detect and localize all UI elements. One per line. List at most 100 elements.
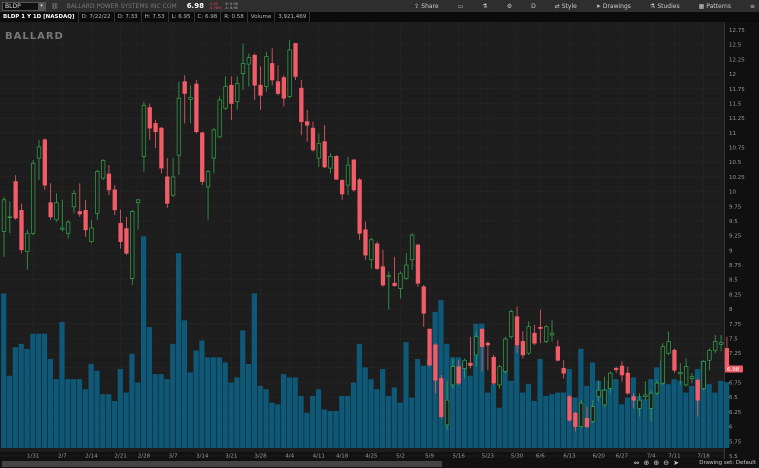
- candle-body: [275, 81, 281, 94]
- volume-bar: [12, 347, 18, 448]
- style-button[interactable]: ⇄ Style: [555, 3, 577, 10]
- link-icon[interactable]: ⛓: [51, 3, 59, 10]
- candle-body: [159, 127, 164, 169]
- volume-bar: [712, 392, 718, 448]
- candle-body: [631, 396, 636, 401]
- volume-bar: [426, 358, 432, 448]
- candle-up: [316, 133, 321, 167]
- volume-bar: [554, 392, 561, 448]
- candle-up: [95, 169, 100, 220]
- candle-up: [386, 271, 391, 310]
- candle-body: [386, 275, 391, 278]
- volume-bar: [391, 387, 397, 448]
- cursor-icon[interactable]: ➤: [673, 459, 679, 467]
- pan-icon[interactable]: ⇔: [634, 459, 640, 467]
- volume-bar: [350, 382, 357, 448]
- candle-body: [106, 173, 112, 191]
- candle-up: [223, 76, 228, 110]
- menu-button[interactable]: ≡: [750, 3, 755, 10]
- candle-body: [718, 342, 724, 345]
- volume-bar: [654, 367, 660, 448]
- candle-body: [509, 311, 514, 338]
- candle-body: [701, 361, 706, 389]
- volume-bar: [111, 400, 118, 448]
- volume-bar: [275, 404, 281, 448]
- change-percent: -4.78%: [208, 6, 222, 10]
- chevron-down-icon[interactable]: ▾: [38, 2, 45, 10]
- info-bar: BLDP 1 Y 1D [NASDAQ] D: 7/22/22 O: 7.33 …: [0, 12, 759, 22]
- candle-body: [13, 181, 18, 219]
- volume-bar: [1, 293, 7, 448]
- volume-bar: [210, 357, 217, 448]
- candle-body: [485, 342, 491, 346]
- volume-bar: [689, 385, 695, 448]
- volume-bar: [321, 409, 327, 448]
- symbol-input[interactable]: BLDP ▾: [2, 1, 46, 11]
- price-chart[interactable]: 12.75 12.5 12.25 12 11.75 11.5 11.25 11 10.75 10.…: [0, 0, 759, 468]
- candle-body: [532, 332, 537, 344]
- volume-bar: [251, 293, 258, 448]
- share-button[interactable]: ⇪ Share: [414, 3, 438, 10]
- candle-body: [100, 160, 106, 179]
- flask-button[interactable]: ⚗: [482, 3, 487, 10]
- patterns-button[interactable]: ▦ Patterns: [699, 3, 731, 10]
- candle-body: [561, 368, 566, 374]
- symbol-value: BLDP: [5, 2, 21, 10]
- flask-icon: ⚗: [482, 2, 488, 10]
- volume-bar: [158, 374, 164, 448]
- candle-down: [485, 341, 491, 371]
- y-tick-label: 9.5: [729, 219, 738, 225]
- drawing-set-label[interactable]: Drawing set: Default: [699, 460, 756, 466]
- volume-bar: [94, 370, 100, 448]
- candle-body: [118, 222, 123, 242]
- candle-body: [643, 394, 648, 398]
- candle-body: [246, 57, 252, 65]
- volume-bar: [630, 377, 636, 448]
- candle-body: [555, 346, 560, 361]
- flask-icon: ⚗: [649, 2, 656, 10]
- candle-body: [25, 232, 30, 252]
- settings-button[interactable]: ⚙: [507, 3, 512, 10]
- candle-up: [71, 189, 77, 214]
- candle-body: [421, 286, 426, 314]
- volume-bar: [578, 348, 584, 448]
- candle-down: [270, 48, 275, 86]
- candle-body: [374, 243, 380, 269]
- candle-body: [334, 155, 339, 180]
- volume-bar: [117, 369, 123, 448]
- monitor-button[interactable]: ▭: [458, 3, 464, 10]
- candle-down: [468, 336, 473, 369]
- candle-body: [538, 326, 543, 329]
- candle-down: [625, 366, 630, 395]
- candle-down: [106, 165, 112, 196]
- zoom-in-icon[interactable]: ⊕: [653, 459, 659, 467]
- candle-body: [205, 171, 211, 188]
- studies-button[interactable]: ⚗ Studies: [650, 3, 680, 10]
- volume-bar: [71, 379, 77, 448]
- y-tick-label: 7.5: [729, 336, 738, 342]
- candle-up: [188, 85, 193, 124]
- horizontal-scrollbar[interactable]: [2, 460, 442, 467]
- crosshair-icon[interactable]: ⊕: [644, 459, 650, 467]
- y-tick-label: 12.25: [729, 57, 745, 63]
- candle-body: [672, 349, 677, 371]
- zoom-out-icon[interactable]: ⊖: [663, 459, 669, 467]
- candle-down: [42, 138, 47, 190]
- drawings-button[interactable]: ➤ Drawings: [596, 3, 631, 10]
- candle-up: [264, 51, 269, 92]
- volume-bar: [199, 340, 205, 448]
- y-tick-label: 12.5: [729, 43, 742, 49]
- candle-up: [60, 199, 65, 232]
- candle-body: [613, 368, 619, 370]
- candle-up: [235, 76, 240, 110]
- candle-down: [293, 42, 298, 80]
- timeframe-button[interactable]: D: [531, 3, 536, 10]
- candle-body: [433, 344, 438, 381]
- candle-down: [421, 285, 426, 327]
- volume-bar: [531, 400, 537, 448]
- y-tick-label: 6.5: [729, 395, 738, 401]
- y-tick-label: 10.75: [729, 146, 745, 152]
- candle-up: [660, 343, 665, 385]
- candle-body: [229, 84, 234, 104]
- volume-bar: [24, 348, 30, 448]
